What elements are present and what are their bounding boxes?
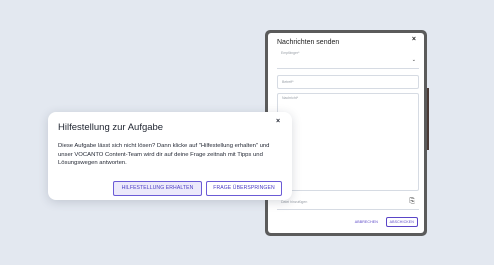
screen: Nachrichten senden × Empfänger* ⌄ Betref… — [0, 0, 494, 265]
get-help-button[interactable]: HILFESTELLUNG ERHALTEN — [113, 181, 202, 196]
subject-input[interactable]: Betreff* — [277, 75, 419, 89]
close-icon[interactable]: × — [412, 36, 416, 43]
help-dialog: Hilfestellung zur Aufgabe × Diese Aufgab… — [48, 112, 292, 200]
skip-question-button[interactable]: FRAGE ÜBERSPRINGEN — [206, 181, 282, 196]
recipient-select[interactable]: Empfänger* ⌄ — [277, 49, 419, 69]
compose-title: Nachrichten senden — [277, 39, 340, 46]
send-button[interactable]: ABSCHICKEN — [385, 217, 418, 227]
attachment-label: Datei hinzufügen — [281, 200, 308, 204]
message-label: Nachricht* — [282, 96, 299, 100]
chevron-down-icon: ⌄ — [411, 57, 416, 63]
message-textarea[interactable]: Nachricht* — [277, 93, 419, 191]
paperclip-icon[interactable]: ⎘ — [409, 198, 415, 205]
attachment-field[interactable]: Datei hinzufügen ⎘ — [277, 196, 419, 210]
subject-label: Betreff* — [282, 80, 294, 84]
cancel-button[interactable]: ABBRECHEN — [355, 220, 378, 224]
help-dialog-title: Hilfestellung zur Aufgabe — [58, 122, 164, 133]
close-icon[interactable]: × — [276, 118, 280, 125]
recipient-label: Empfänger* — [281, 51, 300, 55]
help-dialog-body: Diese Aufgabe lässt sich nicht lösen? Da… — [58, 143, 270, 167]
